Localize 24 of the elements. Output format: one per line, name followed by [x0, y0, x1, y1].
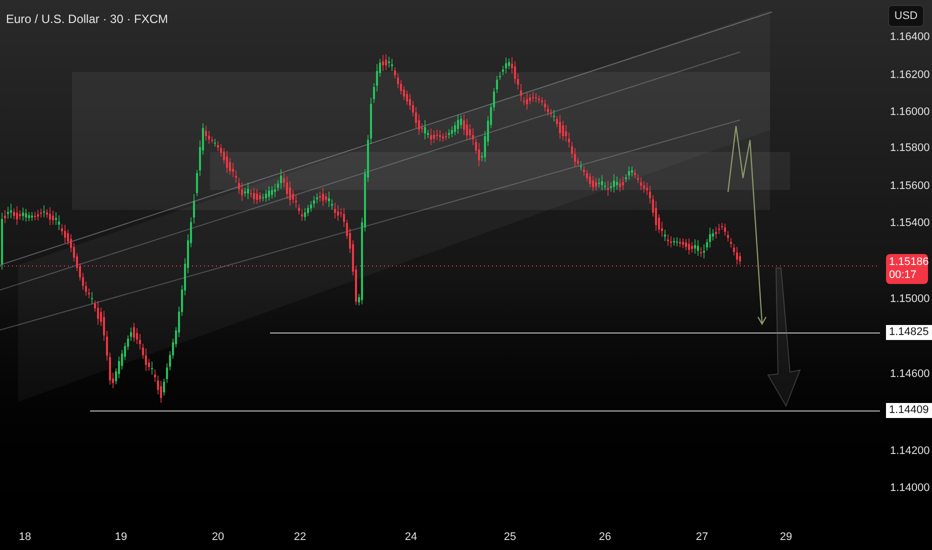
time-label: 26	[598, 530, 612, 545]
time-label: 27	[696, 530, 708, 545]
currency-button[interactable]: USD	[888, 5, 924, 27]
price-label: 1.15600	[890, 181, 930, 192]
price-label: 1.16400	[890, 32, 930, 43]
price-marker: 1.14409	[886, 403, 932, 418]
time-label: 22	[294, 530, 306, 545]
time-label: 20	[212, 530, 224, 545]
price-label: 1.14600	[890, 369, 930, 380]
time-label: 25	[504, 530, 516, 545]
time-label: 29	[780, 530, 792, 545]
price-label: 1.16000	[890, 107, 930, 118]
price-label: 1.16200	[890, 70, 930, 81]
time-label: 18	[18, 530, 32, 545]
price-label: 1.15800	[890, 143, 930, 154]
time-label: 19	[114, 530, 128, 545]
price-label: 1.14200	[890, 446, 930, 457]
price-label: 1.15400	[890, 218, 930, 229]
time-label: 24	[404, 530, 418, 545]
price-marker: 1.14825	[886, 325, 932, 340]
chart-title: Euro / U.S. Dollar · 30 · FXCM	[6, 11, 168, 28]
price-label: 1.15000	[890, 294, 930, 305]
price-label: 1.14000	[890, 483, 930, 494]
countdown-timer: 00:17	[889, 269, 918, 282]
